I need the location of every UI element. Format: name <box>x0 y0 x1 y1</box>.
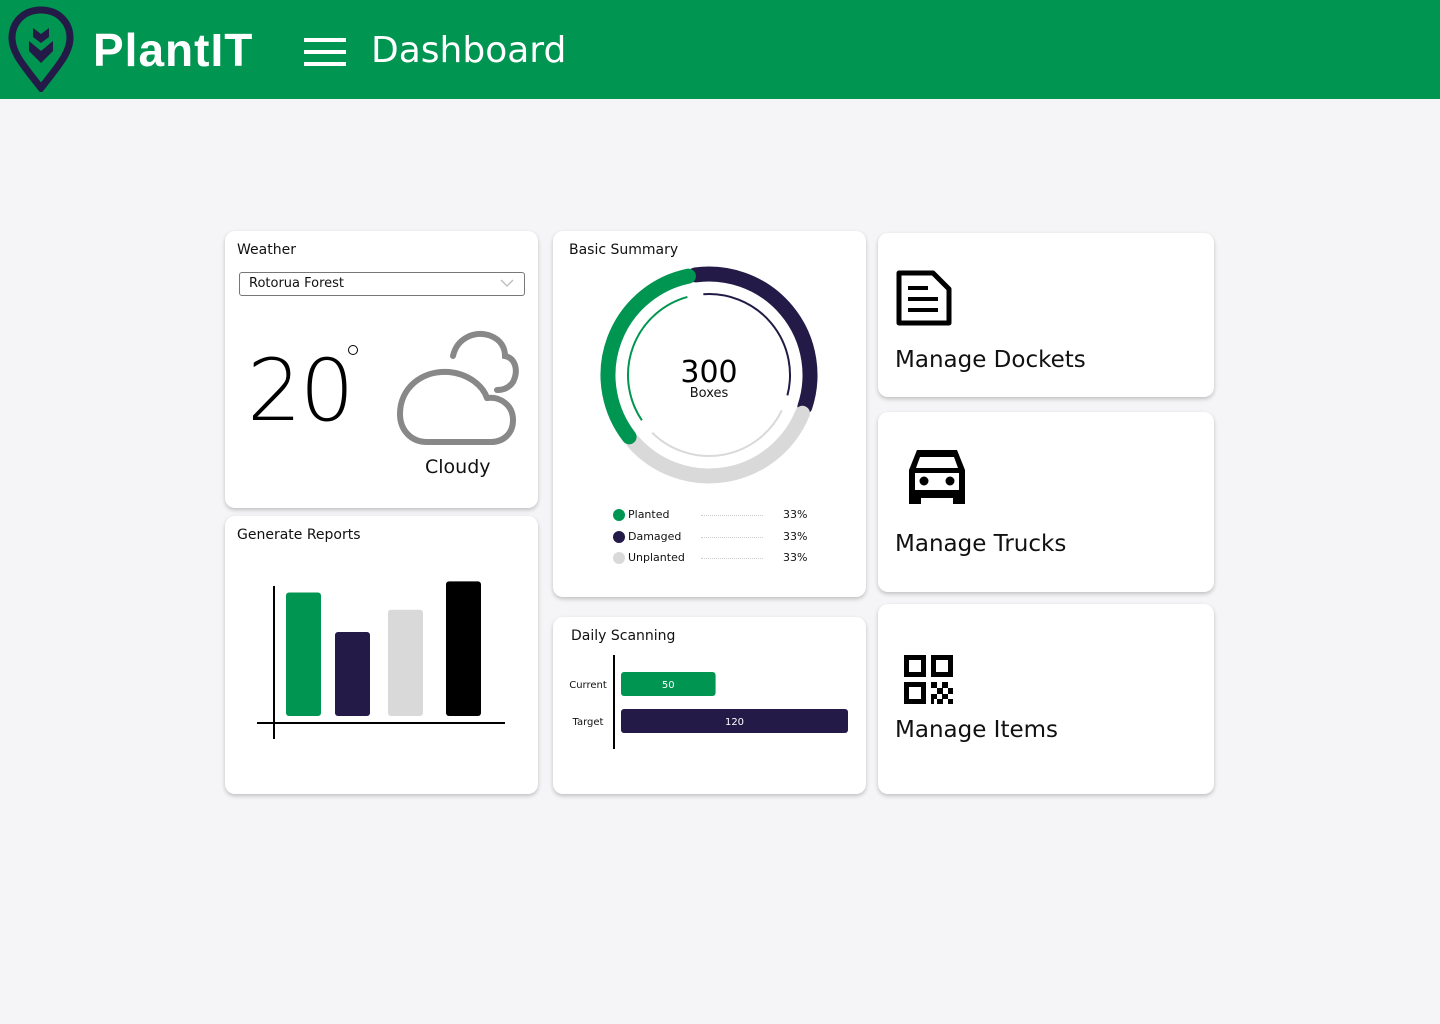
legend-leader-line <box>701 558 763 559</box>
scan-bar-value: 50 <box>662 680 675 691</box>
report-bar <box>446 581 481 716</box>
hamburger-menu-icon[interactable] <box>304 38 346 66</box>
scan-category-label: Target <box>572 717 604 728</box>
donut-inner-ring-unplanted <box>651 410 783 457</box>
legend-dot <box>613 530 625 543</box>
manage-dockets-label: Manage Dockets <box>895 347 1086 373</box>
report-bar <box>335 632 370 716</box>
donut-center-value: 300 <box>680 355 738 390</box>
donut-segment-unplanted <box>626 405 810 484</box>
summary-legend: Planted 33% Damaged 33% Unplanted 33% <box>613 507 813 572</box>
manage-trucks-label: Manage Trucks <box>895 531 1067 557</box>
legend-label: Unplanted <box>628 551 685 564</box>
location-select-value: Rotorua Forest <box>249 276 345 291</box>
donut-center-label: Boxes <box>689 386 729 401</box>
legend-item-unplanted: Unplanted 33% <box>613 550 813 572</box>
legend-dot <box>613 509 625 521</box>
legend-percent: 33% <box>783 529 808 543</box>
legend-dot <box>613 552 625 564</box>
chevron-down-icon <box>500 279 514 287</box>
manage-items-card[interactable]: Manage Items <box>878 604 1214 794</box>
scan-category-label: Current <box>569 680 607 691</box>
report-bar <box>388 609 423 716</box>
manage-dockets-card[interactable]: Manage Dockets <box>878 233 1214 397</box>
weather-title: Weather <box>237 242 296 258</box>
location-select[interactable]: Rotorua Forest <box>239 272 525 296</box>
legend-leader-line <box>701 536 763 538</box>
weather-card: Weather Rotorua Forest 20 Cloudy <box>225 231 538 508</box>
plant-pin-logo-icon[interactable] <box>8 6 74 92</box>
basic-summary-card: Basic Summary 300 Boxes Planted 33% Dama… <box>553 231 866 597</box>
legend-percent: 33% <box>783 551 808 564</box>
legend-item-damaged: Damaged 33% <box>613 529 813 551</box>
document-icon <box>896 270 952 326</box>
brand-name: PlantIT <box>93 24 254 76</box>
temperature-value: 20 <box>247 341 354 441</box>
generate-reports-card[interactable]: Generate Reports <box>225 516 538 794</box>
cloud-icon <box>397 331 519 445</box>
app-header: PlantIT Dashboard <box>0 0 1440 99</box>
page-title: Dashboard <box>371 30 567 71</box>
scan-bar-value: 120 <box>725 717 744 728</box>
legend-label: Damaged <box>628 529 682 543</box>
legend-label: Planted <box>628 508 670 521</box>
daily-scanning-card: Daily Scanning 50 Current 120 Target <box>553 617 866 794</box>
degree-icon <box>348 345 358 355</box>
legend-item-planted: Planted 33% <box>613 507 813 529</box>
legend-leader-line <box>701 515 763 516</box>
manage-items-label: Manage Items <box>895 717 1059 743</box>
report-bar <box>286 592 321 716</box>
car-icon <box>909 450 965 504</box>
weather-condition: Cloudy <box>425 456 491 478</box>
scanning-bar-chart: 50 Current 120 Target <box>569 655 848 749</box>
legend-percent: 33% <box>783 508 808 521</box>
manage-trucks-card[interactable]: Manage Trucks <box>878 412 1214 592</box>
qr-code-icon <box>904 655 953 704</box>
reports-bar-chart <box>257 581 505 739</box>
